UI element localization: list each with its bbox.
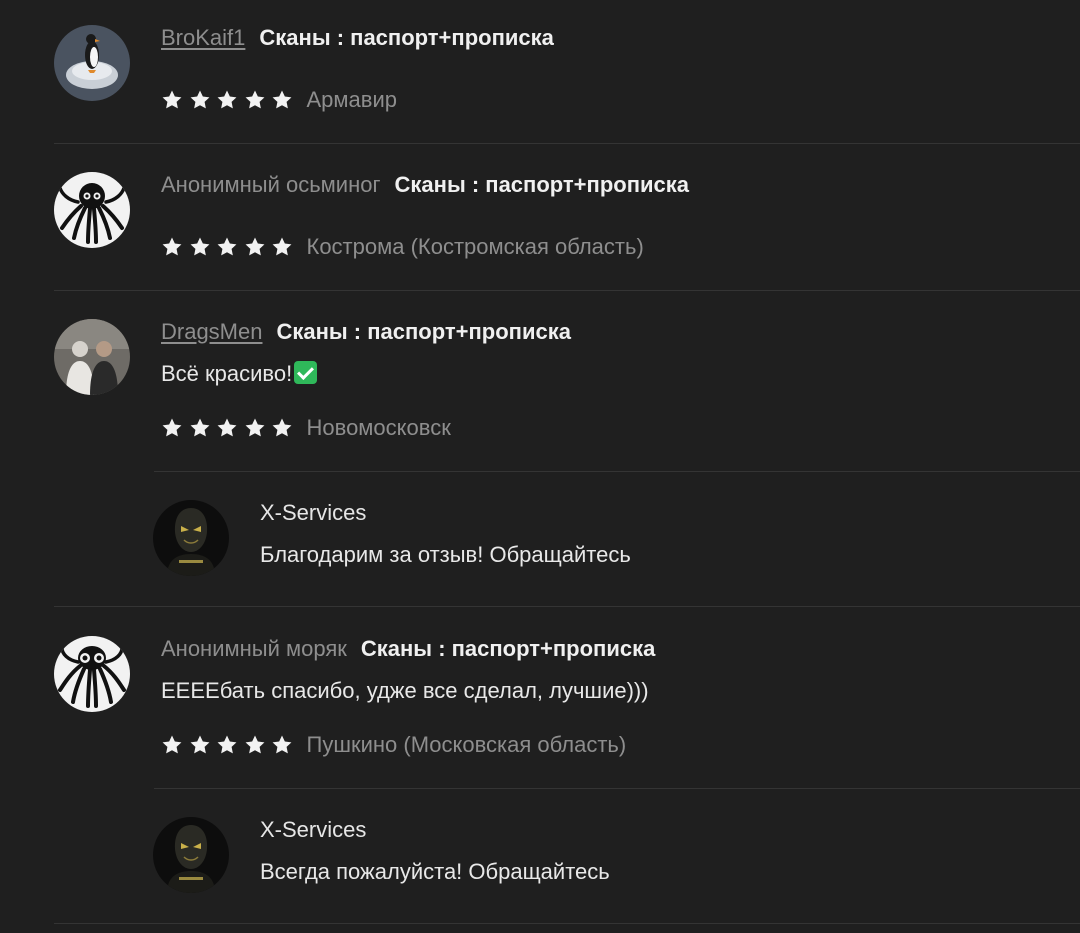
octopus-avatar-icon <box>54 636 130 712</box>
photo-avatar-icon <box>54 319 130 395</box>
star-icon <box>189 417 211 439</box>
product-name: Сканы : паспорт+прописка <box>360 636 656 661</box>
avatar <box>54 172 130 248</box>
masked-figure-avatar-icon <box>153 817 229 893</box>
reply-avatar <box>153 500 229 576</box>
star-icon <box>189 734 211 756</box>
star-icon <box>271 236 293 258</box>
author-name: Анонимный осьминог <box>161 172 381 197</box>
reply-divider <box>154 788 1080 789</box>
avatar <box>54 636 130 712</box>
star-icon <box>161 417 183 439</box>
review-header: BroKaif1 Сканы : паспорт+прописка <box>161 24 554 52</box>
star-icon <box>271 734 293 756</box>
divider <box>54 143 1080 144</box>
rating-stars: Новомосковск <box>161 415 451 441</box>
review-city: Кострома (Костромская область) <box>306 234 644 259</box>
star-icon <box>189 89 211 111</box>
divider <box>54 923 1080 924</box>
star-icon <box>244 89 266 111</box>
reply-author: X-Services <box>260 499 366 527</box>
rating-stars: Армавир <box>161 87 397 113</box>
star-icon <box>216 417 238 439</box>
review-text-body: ЕЕЕЕбать спасибо, удже все сделал, лучши… <box>161 678 649 703</box>
author-name: Анонимный моряк <box>161 636 347 661</box>
penguin-avatar-icon <box>54 25 130 101</box>
star-icon <box>216 89 238 111</box>
review-header: Анонимный моряк Сканы : паспорт+прописка <box>161 635 655 663</box>
review-text-body: Всё красиво! <box>161 361 293 386</box>
star-icon <box>271 417 293 439</box>
product-name: Сканы : паспорт+прописка <box>259 25 554 50</box>
masked-figure-avatar-icon <box>153 500 229 576</box>
review-text: Всё красиво! <box>161 360 318 388</box>
star-icon <box>161 734 183 756</box>
reply-divider <box>154 471 1080 472</box>
star-icon <box>189 236 211 258</box>
reply-text: Всегда пожалуйста! Обращайтесь <box>260 858 610 886</box>
rating-stars: Кострома (Костромская область) <box>161 234 644 260</box>
star-icon <box>244 417 266 439</box>
reply-author-name: X-Services <box>260 500 367 525</box>
avatar[interactable] <box>54 25 130 101</box>
octopus-avatar-icon <box>54 172 130 248</box>
review-header: DragsMen Сканы : паспорт+прописка <box>161 318 571 346</box>
avatar[interactable] <box>54 319 130 395</box>
reply-author: X-Services <box>260 816 366 844</box>
review-city: Пушкино (Московская область) <box>306 732 627 757</box>
author-link[interactable]: DragsMen <box>161 319 262 344</box>
star-icon <box>271 89 293 111</box>
check-mark-emoji-icon <box>294 361 318 384</box>
review-city: Новомосковск <box>306 415 451 440</box>
reply-author-name: X-Services <box>260 817 367 842</box>
star-icon <box>161 236 183 258</box>
reply-avatar <box>153 817 229 893</box>
rating-stars: Пушкино (Московская область) <box>161 732 626 758</box>
review-city: Армавир <box>306 87 397 112</box>
star-icon <box>216 734 238 756</box>
star-icon <box>161 89 183 111</box>
review-text: ЕЕЕЕбать спасибо, удже все сделал, лучши… <box>161 677 649 705</box>
author-link[interactable]: BroKaif1 <box>161 25 245 50</box>
reply-text-body: Благодарим за отзыв! Обращайтесь <box>260 542 631 567</box>
review-header: Анонимный осьминог Сканы : паспорт+пропис… <box>161 171 689 199</box>
reply-text: Благодарим за отзыв! Обращайтесь <box>260 541 631 569</box>
product-name: Сканы : паспорт+прописка <box>394 172 689 197</box>
product-name: Сканы : паспорт+прописка <box>276 319 571 344</box>
reply-text-body: Всегда пожалуйста! Обращайтесь <box>260 859 610 884</box>
star-icon <box>244 236 266 258</box>
star-icon <box>216 236 238 258</box>
star-icon <box>244 734 266 756</box>
divider <box>54 290 1080 291</box>
divider <box>54 606 1080 607</box>
